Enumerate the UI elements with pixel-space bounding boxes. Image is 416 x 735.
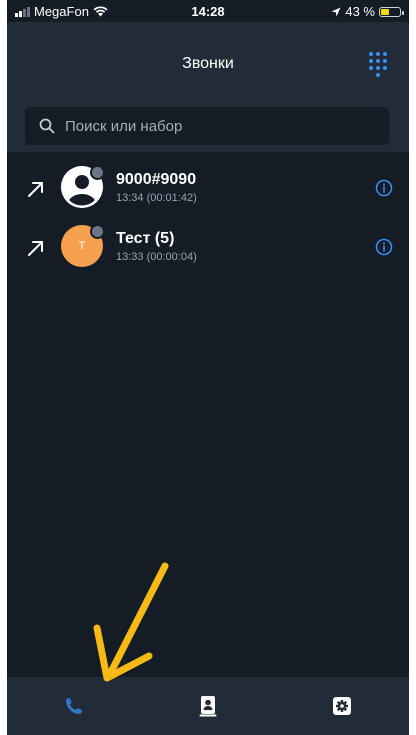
location-arrow-icon: [331, 7, 341, 16]
call-row[interactable]: Т Тест (5) 13:33 (00:00:04): [7, 221, 409, 273]
dialpad-icon[interactable]: [369, 52, 391, 77]
info-icon[interactable]: [375, 179, 393, 197]
search-input[interactable]: [63, 116, 367, 136]
battery-fill: [381, 8, 389, 15]
call-list: 9000#9090 13:34 (00:01:42) Т Тест (5) 13…: [7, 162, 409, 280]
battery-percent: 43 %: [345, 4, 375, 19]
settings-icon: [333, 697, 351, 715]
presence-dot: [90, 224, 105, 239]
call-time: 13:34 (00:01:42): [116, 192, 197, 204]
phone-screen: MegaFon 14:28 43 % Звонки Поиск или набо…: [7, 0, 409, 735]
avatar-letter: Т: [78, 240, 86, 252]
outgoing-call-arrow-icon: [28, 241, 43, 256]
tab-settings[interactable]: [275, 677, 409, 735]
presence-dot: [90, 165, 105, 180]
status-right: 43 %: [331, 4, 404, 19]
battery-icon: [379, 6, 404, 17]
call-time: 13:33 (00:00:04): [116, 251, 197, 263]
contacts-icon: [199, 696, 217, 717]
call-name: Тест (5): [116, 230, 175, 247]
status-bar: MegaFon 14:28 43 %: [7, 0, 409, 22]
call-row[interactable]: 9000#9090 13:34 (00:01:42): [7, 162, 409, 214]
page-title: Звонки: [182, 55, 234, 72]
call-name: 9000#9090: [116, 171, 197, 188]
annotation-arrow-icon: [93, 562, 169, 682]
info-icon[interactable]: [375, 238, 393, 256]
tab-bar: [7, 677, 409, 735]
search-box[interactable]: [25, 107, 389, 145]
phone-icon: [66, 698, 82, 714]
search-icon: [39, 118, 55, 134]
header: Звонки: [7, 22, 409, 152]
outgoing-call-arrow-icon: [28, 182, 43, 197]
